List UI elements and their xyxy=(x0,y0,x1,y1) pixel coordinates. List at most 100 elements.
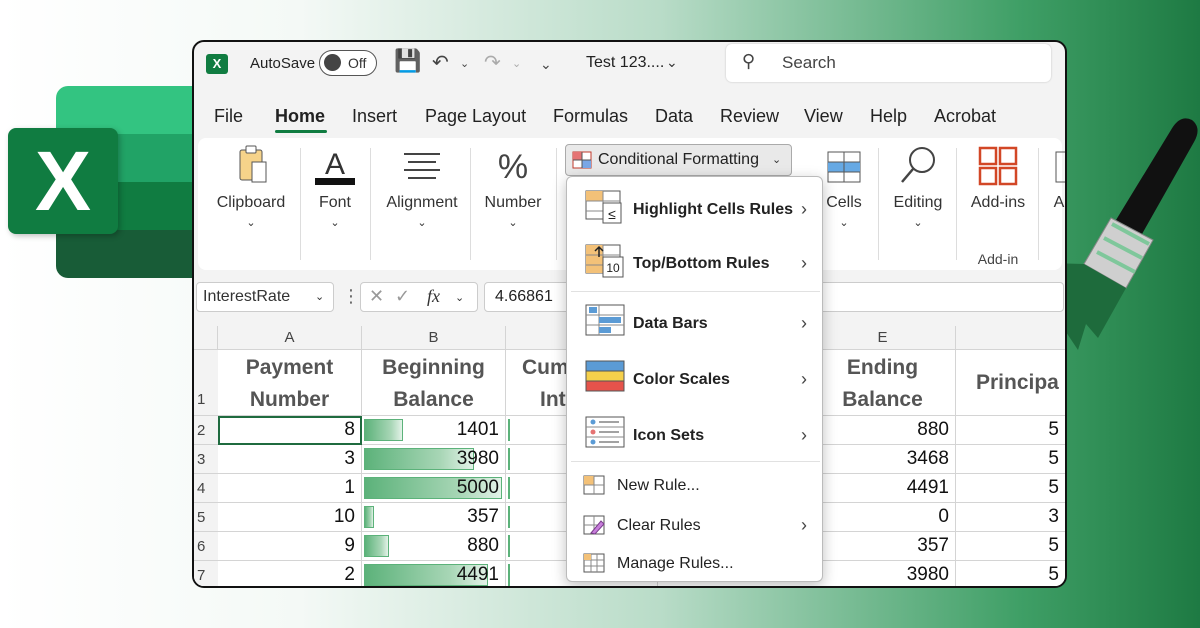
cell-value: 8 xyxy=(344,419,355,440)
redo-icon[interactable]: ↷ xyxy=(484,50,501,75)
chevron-right-icon: › xyxy=(801,425,807,445)
row-header-4[interactable]: 4 xyxy=(194,474,218,503)
menu-item-top-bottom-rules[interactable]: 10 Top/Bottom Rules › xyxy=(567,243,822,283)
menu-item-clear-rules[interactable]: Clear Rules › xyxy=(567,511,822,543)
chevron-right-icon: › xyxy=(801,199,807,219)
tab-acrobat[interactable]: Acrobat xyxy=(934,106,996,127)
header-payment-number[interactable]: Payment Number xyxy=(218,350,362,416)
cell-ending-balance[interactable]: 0 xyxy=(810,503,956,532)
tab-view[interactable]: View xyxy=(804,106,843,127)
tab-file[interactable]: File xyxy=(214,106,243,127)
highlight-icon-glyph: ≤ xyxy=(608,206,616,222)
name-box[interactable]: InterestRate ⌄ xyxy=(196,282,334,312)
cell-principal[interactable]: 3 xyxy=(956,503,1065,532)
chevron-right-icon: › xyxy=(801,515,807,535)
search-box[interactable]: ⚲ Search xyxy=(726,44,1051,82)
autosave-toggle[interactable]: Off xyxy=(319,50,377,76)
ribbon-editing[interactable]: Editing ⌄ xyxy=(882,138,954,270)
ribbon-number-label: Number xyxy=(484,194,542,211)
column-header-a[interactable]: A xyxy=(218,326,362,350)
chevron-down-icon: ⌄ xyxy=(315,291,325,303)
file-name-chevron-icon[interactable]: ⌄ xyxy=(666,54,678,71)
tab-help[interactable]: Help xyxy=(870,106,907,127)
cell-payment-number[interactable]: 8 xyxy=(218,416,362,445)
cell-ending-balance[interactable]: 357 xyxy=(810,532,956,561)
cell-beginning-balance[interactable]: 880 xyxy=(362,532,506,561)
cancel-icon[interactable]: ✕ xyxy=(369,286,384,307)
ribbon-clipboard[interactable]: Clipboard ⌄ xyxy=(204,138,298,270)
ribbon-number[interactable]: % Number ⌄ xyxy=(476,138,550,270)
more-options-icon[interactable]: ⋮ xyxy=(342,286,360,307)
select-all-corner[interactable] xyxy=(194,326,218,350)
save-icon[interactable]: 💾 xyxy=(394,48,421,74)
cell-ending-balance[interactable]: 3980 xyxy=(810,561,956,586)
menu-item-new-rule[interactable]: New Rule... xyxy=(567,471,822,503)
redo-dropdown-icon[interactable]: ⌄ xyxy=(512,57,521,70)
quick-access-menu-icon[interactable]: ⌄ xyxy=(540,56,552,73)
cell-ending-balance[interactable]: 3468 xyxy=(810,445,956,474)
data-bar xyxy=(508,448,510,470)
conditional-formatting-button[interactable]: Conditional Formatting ⌄ xyxy=(565,144,792,176)
search-placeholder: Search xyxy=(782,53,836,72)
ribbon-acrobat[interactable]: A xyxy=(1044,138,1065,270)
chevron-right-icon: › xyxy=(801,313,807,333)
cell-principal[interactable]: 5 xyxy=(956,532,1065,561)
cell-payment-number[interactable]: 1 xyxy=(218,474,362,503)
menu-item-manage-rules[interactable]: Manage Rules... xyxy=(567,549,822,581)
file-name[interactable]: Test 123.... xyxy=(586,54,664,72)
cell-payment-number[interactable]: 10 xyxy=(218,503,362,532)
enter-icon[interactable]: ✓ xyxy=(395,286,410,307)
header-principal[interactable]: Principa xyxy=(956,350,1065,416)
menu-item-highlight-cells-rules[interactable]: ≤ Highlight Cells Rules › xyxy=(567,189,822,229)
header-ending-balance[interactable]: Ending Balance xyxy=(810,350,956,416)
menu-divider xyxy=(571,461,820,462)
cell-value: 1 xyxy=(344,477,355,498)
header-beginning-balance[interactable]: Beginning Balance xyxy=(362,350,506,416)
tab-insert[interactable]: Insert xyxy=(352,106,397,127)
menu-item-color-scales[interactable]: Color Scales › xyxy=(567,359,822,399)
cell-ending-balance[interactable]: 4491 xyxy=(810,474,956,503)
ribbon-separator xyxy=(878,148,879,260)
row-header-6[interactable]: 6 xyxy=(194,532,218,561)
cell-beginning-balance[interactable]: 4491 xyxy=(362,561,506,586)
tab-page-layout[interactable]: Page Layout xyxy=(425,106,526,127)
insert-function-icon[interactable]: fx xyxy=(427,286,440,307)
ribbon-alignment[interactable]: Alignment ⌄ xyxy=(378,138,466,270)
column-header-f[interactable] xyxy=(956,326,1065,350)
menu-item-data-bars[interactable]: Data Bars › xyxy=(567,303,822,343)
undo-dropdown-icon[interactable]: ⌄ xyxy=(460,57,469,70)
data-bar xyxy=(508,419,510,441)
cell-beginning-balance[interactable]: 5000 xyxy=(362,474,506,503)
tab-home[interactable]: Home xyxy=(275,106,325,127)
tab-formulas[interactable]: Formulas xyxy=(553,106,628,127)
ribbon-cells[interactable]: Cells ⌄ xyxy=(818,138,870,270)
cell-principal[interactable]: 5 xyxy=(956,561,1065,586)
highlight-cells-icon: ≤ xyxy=(585,190,622,224)
row-header-2[interactable]: 2 xyxy=(194,416,218,445)
conditional-formatting-menu: ≤ Highlight Cells Rules › 10 Top/Bottom … xyxy=(566,176,823,582)
toggle-knob xyxy=(324,54,341,71)
row-header-5[interactable]: 5 xyxy=(194,503,218,532)
cell-principal[interactable]: 5 xyxy=(956,474,1065,503)
cell-beginning-balance[interactable]: 3980 xyxy=(362,445,506,474)
ribbon-addins[interactable]: Add-ins Add-in xyxy=(960,138,1036,270)
cell-payment-number[interactable]: 2 xyxy=(218,561,362,586)
tab-review[interactable]: Review xyxy=(720,106,779,127)
cell-beginning-balance[interactable]: 357 xyxy=(362,503,506,532)
ribbon-font[interactable]: A Font ⌄ xyxy=(302,138,368,270)
cell-beginning-balance[interactable]: 1401 xyxy=(362,416,506,445)
row-header-3[interactable]: 3 xyxy=(194,445,218,474)
column-header-e[interactable]: E xyxy=(810,326,956,350)
cell-principal[interactable]: 5 xyxy=(956,445,1065,474)
cell-payment-number[interactable]: 9 xyxy=(218,532,362,561)
chevron-down-icon: ⌄ xyxy=(508,217,518,229)
column-header-b[interactable]: B xyxy=(362,326,506,350)
cell-principal[interactable]: 5 xyxy=(956,416,1065,445)
row-header-7[interactable]: 7 xyxy=(194,561,218,586)
row-header-1[interactable]: 1 xyxy=(194,350,218,416)
menu-item-icon-sets[interactable]: Icon Sets › xyxy=(567,415,822,455)
tab-data[interactable]: Data xyxy=(655,106,693,127)
cell-ending-balance[interactable]: 880 xyxy=(810,416,956,445)
cell-payment-number[interactable]: 3 xyxy=(218,445,362,474)
undo-icon[interactable]: ↶ xyxy=(432,50,449,75)
